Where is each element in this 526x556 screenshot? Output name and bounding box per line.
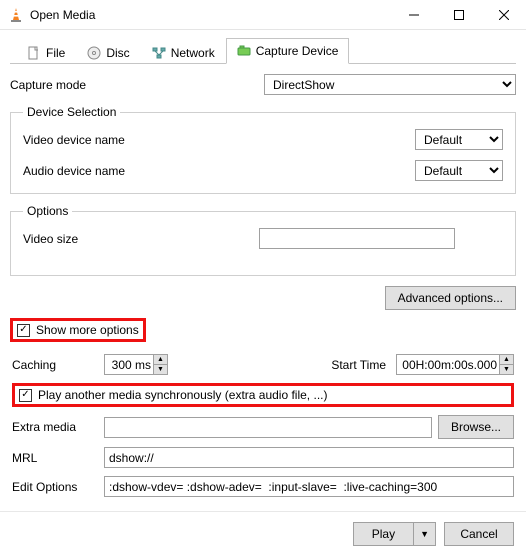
spin-up-icon[interactable]: ▲ — [500, 355, 513, 365]
show-more-options-highlight: ✓ Show more options — [10, 318, 146, 342]
extra-media-label: Extra media — [12, 420, 98, 434]
options-legend: Options — [23, 204, 72, 218]
tab-label: File — [46, 46, 65, 60]
show-more-options-label: Show more options — [36, 323, 139, 337]
video-size-label: Video size — [23, 232, 259, 246]
video-device-select[interactable]: Default — [415, 129, 503, 150]
tab-label: Capture Device — [256, 44, 339, 58]
tab-label: Disc — [106, 46, 129, 60]
start-time-spinner[interactable]: ▲ ▼ — [396, 354, 514, 375]
cancel-button[interactable]: Cancel — [444, 522, 514, 546]
tab-bar: File Disc Network Capture Device — [10, 38, 516, 64]
maximize-button[interactable] — [436, 0, 481, 30]
caching-input[interactable] — [105, 355, 153, 374]
play-sync-highlight: ✓ Play another media synchronously (extr… — [12, 383, 514, 407]
vlc-cone-icon — [8, 7, 24, 23]
capture-mode-select[interactable]: DirectShow — [264, 74, 516, 95]
options-group: Options Video size — [10, 204, 516, 276]
edit-options-input[interactable] — [104, 476, 514, 497]
play-sync-checkbox[interactable]: ✓ — [19, 389, 32, 402]
extra-media-input[interactable] — [104, 417, 432, 438]
play-button[interactable]: Play ▼ — [353, 522, 436, 546]
minimize-button[interactable] — [391, 0, 436, 30]
tab-label: Network — [171, 46, 215, 60]
show-more-options-checkbox[interactable]: ✓ — [17, 324, 30, 337]
spin-down-icon[interactable]: ▼ — [154, 365, 167, 374]
titlebar: Open Media — [0, 0, 526, 30]
video-size-input[interactable] — [259, 228, 455, 249]
tab-disc[interactable]: Disc — [76, 40, 140, 64]
tab-file[interactable]: File — [16, 40, 76, 64]
tab-capture-device[interactable]: Capture Device — [226, 38, 350, 64]
caching-spinner[interactable]: ▲ ▼ — [104, 354, 168, 375]
edit-options-label: Edit Options — [12, 480, 98, 494]
close-button[interactable] — [481, 0, 526, 30]
device-selection-legend: Device Selection — [23, 105, 120, 119]
mrl-input[interactable] — [104, 447, 514, 468]
play-sync-label: Play another media synchronously (extra … — [38, 388, 327, 402]
start-time-label: Start Time — [331, 358, 386, 372]
dialog-footer: Play ▼ Cancel — [0, 511, 526, 556]
start-time-input[interactable] — [397, 355, 499, 374]
capture-device-icon — [237, 44, 251, 58]
device-selection-group: Device Selection Video device name Defau… — [10, 105, 516, 194]
caching-label: Caching — [12, 358, 98, 372]
network-icon — [152, 46, 166, 60]
window-title: Open Media — [30, 8, 391, 22]
audio-device-label: Audio device name — [23, 164, 415, 178]
capture-mode-label: Capture mode — [10, 78, 150, 92]
browse-button[interactable]: Browse... — [438, 415, 514, 439]
spin-up-icon[interactable]: ▲ — [154, 355, 167, 365]
spin-down-icon[interactable]: ▼ — [500, 365, 513, 374]
mrl-label: MRL — [12, 451, 98, 465]
audio-device-select[interactable]: Default — [415, 160, 503, 181]
tab-network[interactable]: Network — [141, 40, 226, 64]
play-button-label: Play — [354, 523, 413, 545]
advanced-options-button[interactable]: Advanced options... — [385, 286, 516, 310]
video-device-label: Video device name — [23, 133, 415, 147]
file-icon — [27, 46, 41, 60]
disc-icon — [87, 46, 101, 60]
play-dropdown-caret-icon[interactable]: ▼ — [413, 523, 435, 545]
